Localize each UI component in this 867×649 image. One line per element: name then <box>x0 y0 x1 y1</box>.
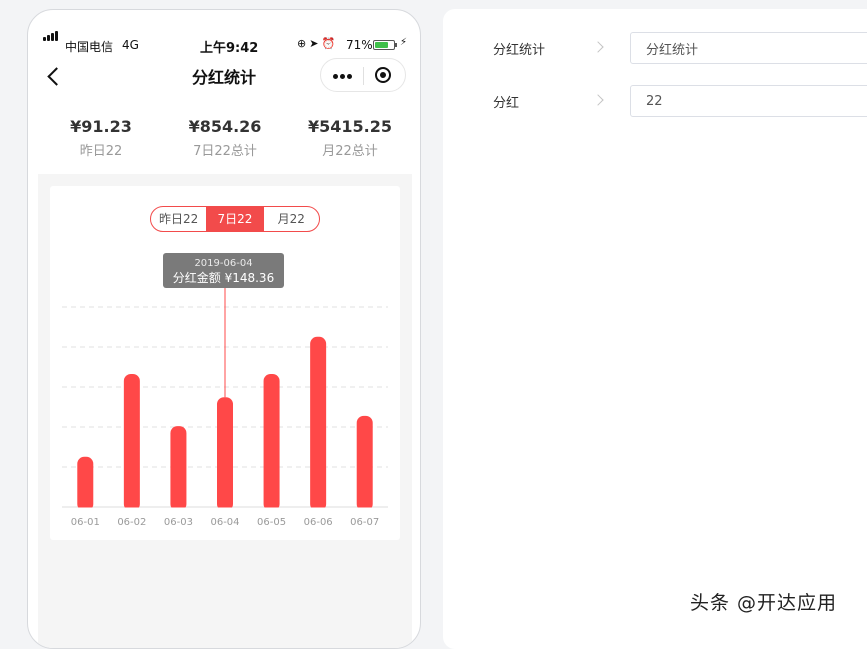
bar-06-03[interactable] <box>170 426 187 511</box>
stat-value: ¥854.26 <box>188 117 262 136</box>
bar-06-06[interactable] <box>310 336 327 511</box>
x-tick-label: 06-07 <box>350 517 379 528</box>
chevron-right-icon <box>592 94 604 106</box>
bar-base-mask <box>355 507 374 514</box>
settings-panel: 分红统计 分红 <box>443 9 867 649</box>
stat-value: ¥91.23 <box>70 117 132 136</box>
mini-program-capsule <box>320 58 406 92</box>
stats-summary: ¥91.23 昨日22 ¥854.26 7日22总计 ¥5415.25 月22总… <box>28 116 420 168</box>
status-bar: 中国电信 4G 上午9:42 ⊕➤⏰ 71% ⚡ <box>28 10 420 56</box>
alarm-icon: ⏰ <box>321 37 339 50</box>
x-tick-label: 06-06 <box>304 517 333 528</box>
bar-06-05[interactable] <box>263 373 280 511</box>
watermark: 头条 @开达应用 <box>690 592 838 614</box>
bar-base-mask <box>122 507 141 514</box>
location-icon: ➤ <box>309 37 322 50</box>
bar-06-04[interactable] <box>217 397 233 511</box>
stat-month: ¥5415.25 月22总计 <box>290 116 410 159</box>
capsule-divider <box>363 67 364 85</box>
x-tick-label: 06-04 <box>210 517 239 528</box>
stat-label: 月22总计 <box>322 144 378 159</box>
bar-base-mask <box>169 507 188 514</box>
tooltip-date: 2019-06-04 <box>194 258 253 269</box>
phone-preview: 中国电信 4G 上午9:42 ⊕➤⏰ 71% ⚡ 分红统计 ¥91.23 昨日2… <box>27 9 421 649</box>
battery-icon <box>373 40 395 50</box>
status-icons: ⊕➤⏰ <box>297 37 338 50</box>
setting-label: 分红 <box>493 96 520 111</box>
bar-chart: 06-01 06-02 06-03 06-04 06-05 06-06 06-07 <box>62 288 388 528</box>
setting-row-field: 分红 <box>443 85 867 117</box>
stat-label: 昨日22 <box>79 144 123 159</box>
status-time: 上午9:42 <box>200 41 259 56</box>
bar-06-07[interactable] <box>356 415 373 511</box>
target-icon[interactable] <box>375 67 391 83</box>
setting-row-title: 分红统计 <box>443 32 867 64</box>
charging-icon: ⚡ <box>400 37 408 48</box>
bar-base-mask <box>76 507 95 514</box>
bar-base-mask <box>309 507 328 514</box>
chart-card: 昨日22 7日22 月22 06-01 06-02 06-03 06-04 06-05 0… <box>50 186 400 540</box>
carrier-label: 中国电信 <box>65 40 114 54</box>
nav-bar: 分红统计 <box>28 58 420 94</box>
stat-yesterday: ¥91.23 昨日22 <box>41 116 161 159</box>
bar-06-01[interactable] <box>77 456 94 511</box>
stat-label: 7日22总计 <box>193 144 257 159</box>
network-type: 4G <box>122 38 139 52</box>
stat-value: ¥5415.25 <box>307 117 392 136</box>
chevron-right-icon <box>592 41 604 53</box>
setting-label: 分红统计 <box>493 43 546 58</box>
orientation-lock-icon: ⊕ <box>297 37 310 50</box>
x-tick-label: 06-03 <box>164 517 193 528</box>
chart-tooltip: 2019-06-04 分红金额 ¥148.36 <box>163 253 284 288</box>
field-input[interactable] <box>630 85 867 117</box>
title-input[interactable] <box>630 32 867 64</box>
x-tick-label: 06-02 <box>117 517 146 528</box>
battery-percent: 71% <box>346 38 373 52</box>
battery-cap <box>395 43 397 47</box>
bar-06-02[interactable] <box>123 373 140 511</box>
stat-7day: ¥854.26 7日22总计 <box>165 116 285 159</box>
x-tick-label: 06-05 <box>257 517 286 528</box>
bar-base-mask <box>262 507 281 514</box>
bar-base-mask <box>216 507 234 514</box>
battery-level <box>375 42 388 48</box>
x-tick-label: 06-01 <box>71 517 100 528</box>
tooltip-value: 分红金额 ¥148.36 <box>172 271 275 285</box>
